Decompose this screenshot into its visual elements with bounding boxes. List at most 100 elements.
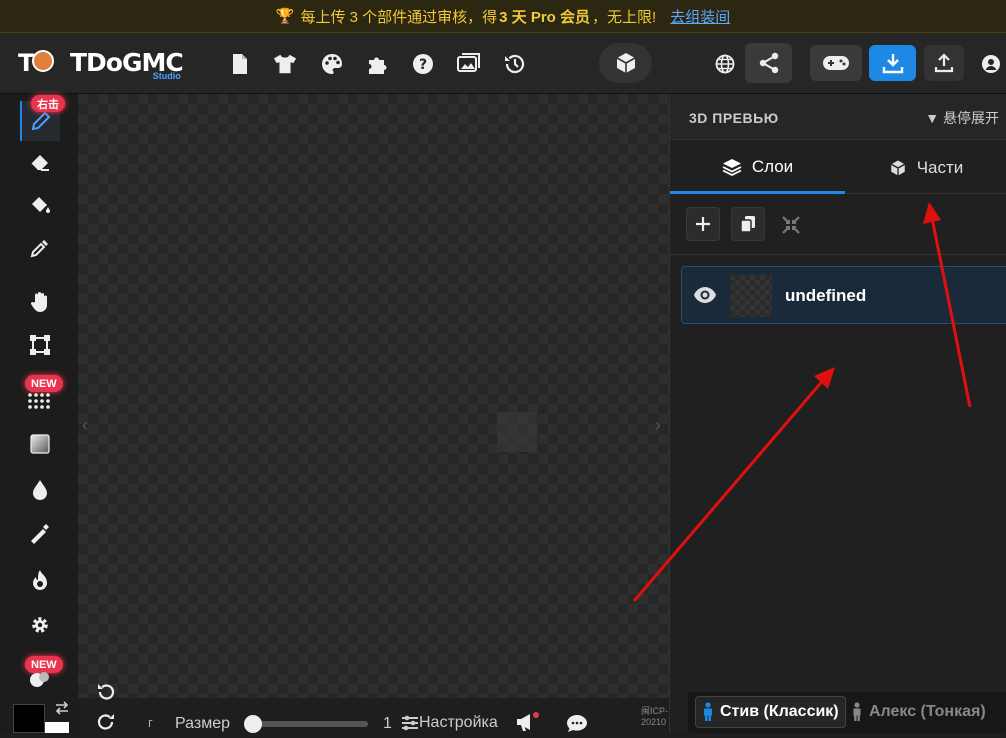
download-icon — [882, 54, 903, 74]
hand-icon — [30, 292, 47, 312]
app-studio-label: Studio — [152, 71, 181, 81]
svg-text:?: ? — [419, 57, 427, 73]
cube-icon — [890, 160, 905, 176]
dots-grid-tool[interactable] — [20, 380, 60, 420]
bottom-toolbar: г Размер 1 Настройка 闽ICP- 20210 — [78, 684, 669, 733]
megaphone-icon[interactable] — [515, 711, 539, 738]
icp-line1: 闽ICP- — [641, 706, 669, 716]
layer-row[interactable]: undefined — [681, 266, 1006, 324]
transform-icon — [30, 335, 50, 355]
account-icon[interactable] — [979, 52, 1003, 76]
gamepad-icon — [823, 56, 849, 70]
upload-button[interactable] — [924, 45, 964, 81]
eraser-tool[interactable] — [20, 142, 60, 182]
promo-banner: 🏆 每上传 3 个部件通过审核，得 3 天 Pro 会员 ，无上限! 去组装间 — [0, 0, 1006, 33]
person-icon — [853, 702, 861, 721]
file-icon[interactable] — [228, 52, 252, 76]
primary-color-swatch[interactable] — [13, 704, 45, 733]
app-logo[interactable]: T TDoGMC Studio — [18, 47, 184, 82]
download-button[interactable] — [869, 45, 916, 81]
right-panel: 3D ПРЕВЬЮ ▼ 悬停展开 Слои Части undefined Ст… — [669, 94, 1006, 733]
globe-icon[interactable] — [713, 52, 737, 76]
blur-drop-icon — [33, 480, 47, 500]
settings-button[interactable]: Настройка — [401, 714, 498, 732]
blur-tool[interactable] — [20, 470, 60, 510]
tab-parts[interactable]: Части — [845, 142, 1006, 194]
gallery-icon[interactable] — [457, 52, 481, 76]
size-label: Размер — [175, 715, 230, 732]
puzzle-icon[interactable] — [366, 52, 390, 76]
size-slider-handle[interactable] — [244, 715, 262, 733]
eyedropper-tool[interactable] — [20, 228, 60, 268]
layers-icon — [722, 158, 742, 176]
layer-name: undefined — [785, 286, 867, 305]
person-icon — [704, 702, 712, 721]
burn-icon — [33, 570, 47, 590]
canvas-center-marker — [497, 412, 537, 452]
skin-option-alex[interactable]: Алекс (Тонкая) — [851, 696, 986, 728]
secondary-color-swatch[interactable] — [45, 722, 69, 733]
gamepad-button[interactable] — [810, 45, 862, 81]
history-icon[interactable] — [503, 52, 527, 76]
size-value: 1 — [383, 715, 392, 732]
share-icon — [759, 52, 778, 74]
chat-icon[interactable] — [566, 713, 588, 738]
skin-option-steve[interactable]: Стив (Классик) — [695, 696, 846, 728]
tab-layers[interactable]: Слои — [670, 142, 845, 194]
brush-icon — [31, 524, 49, 544]
swap-colors-icon[interactable] — [51, 698, 73, 718]
burn-tool[interactable] — [20, 560, 60, 600]
skin-model-selector: Стив (Классик) Алекс (Тонкая) — [688, 692, 1006, 733]
cube-icon — [616, 53, 635, 73]
size-prefix: г — [148, 715, 153, 730]
banner-link[interactable]: 去组装间 — [670, 6, 730, 27]
settings-gear-icon — [32, 617, 48, 633]
size-slider[interactable] — [244, 715, 368, 733]
logo-mark: T — [18, 47, 68, 77]
view-3d-button[interactable] — [599, 43, 652, 83]
tab-parts-label: Части — [916, 158, 964, 177]
duplicate-layer-button[interactable] — [731, 207, 765, 241]
bucket-icon — [32, 197, 50, 213]
tab-layers-label: Слои — [751, 156, 794, 176]
preview-header: 3D ПРЕВЬЮ ▼ 悬停展开 — [670, 94, 1006, 140]
add-layer-button[interactable] — [686, 207, 720, 241]
gradient-tool[interactable] — [20, 424, 60, 464]
skin-option-alex-label: Алекс (Тонкая) — [869, 703, 986, 720]
bucket-tool[interactable] — [20, 185, 60, 225]
shirt-icon[interactable] — [273, 52, 297, 76]
dots-grid-icon — [28, 393, 50, 409]
brush-tool[interactable] — [20, 515, 60, 555]
filter-tool[interactable] — [20, 659, 60, 699]
share-button[interactable] — [745, 43, 792, 83]
palette-icon[interactable] — [320, 52, 344, 76]
skin-option-steve-label: Стив (Классик) — [720, 703, 839, 720]
undo-icon[interactable] — [96, 682, 116, 707]
banner-highlight: 3 天 Pro 会员 — [499, 8, 591, 26]
merge-layers-icon[interactable] — [781, 215, 801, 240]
settings-gear-tool[interactable] — [20, 605, 60, 645]
preview-title: 3D ПРЕВЬЮ — [689, 110, 779, 126]
pencil-icon — [31, 111, 51, 131]
gradient-icon — [30, 434, 50, 454]
eye-icon[interactable] — [693, 286, 717, 309]
chevron-right-icon[interactable]: › — [655, 415, 661, 436]
redo-icon[interactable] — [96, 712, 116, 737]
icp-line2: 20210 — [641, 717, 667, 727]
hand-tool[interactable] — [20, 282, 60, 322]
transform-tool[interactable] — [20, 325, 60, 365]
eraser-icon — [30, 155, 49, 171]
banner-text-suffix: ，无上限! — [592, 8, 657, 26]
chevron-left-icon[interactable]: ‹ — [82, 415, 88, 436]
layer-toolbar — [670, 195, 1006, 255]
trophy-icon: 🏆 — [275, 8, 295, 25]
help-icon[interactable]: ? — [411, 52, 435, 76]
sliders-icon — [402, 715, 418, 731]
editor-canvas[interactable] — [78, 94, 669, 698]
upload-icon — [934, 53, 954, 73]
copy-icon — [740, 216, 755, 233]
hover-expand-toggle[interactable]: ▼ 悬停展开 — [925, 108, 999, 128]
filter-icon — [30, 672, 49, 687]
eyedropper-icon — [30, 240, 48, 258]
banner-text-prefix: 每上传 3 个部件通过审核，得 — [300, 8, 498, 26]
